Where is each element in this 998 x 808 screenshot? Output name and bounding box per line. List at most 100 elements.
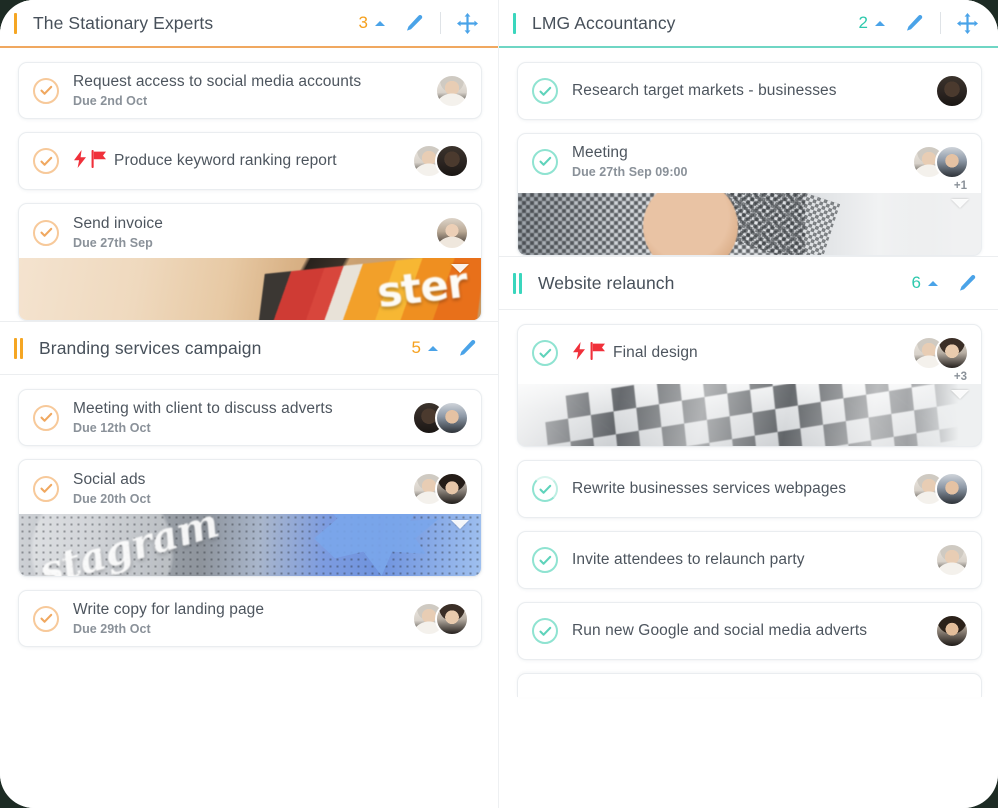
move-arrows-icon[interactable] xyxy=(456,12,478,34)
task-card-text: Social ads Due 20th Oct xyxy=(73,471,402,506)
task-board: The Stationary Experts 3 Request access to… xyxy=(0,0,998,808)
section-header-website-relaunch[interactable]: Website relaunch 6 xyxy=(499,256,998,310)
task-card-body: Meeting with client to discuss adverts Du… xyxy=(19,390,481,445)
edit-section-button[interactable] xyxy=(901,10,927,36)
task-card[interactable]: Invite attendees to relaunch party xyxy=(517,531,982,589)
task-card-text: Meeting with client to discuss adverts Du… xyxy=(73,400,402,435)
pencil-icon[interactable] xyxy=(958,274,977,293)
pencil-icon[interactable] xyxy=(458,339,477,358)
checkmark-icon xyxy=(538,555,551,565)
task-assignees xyxy=(935,74,969,108)
section-title: Branding services campaign xyxy=(39,337,262,358)
task-title: Social ads xyxy=(73,471,146,488)
task-complete-toggle[interactable] xyxy=(532,476,558,502)
task-count: 3 xyxy=(358,13,368,32)
task-card[interactable]: Produce keyword ranking report xyxy=(18,132,482,190)
collapse-section-caret-up-icon[interactable] xyxy=(928,280,938,286)
card-due-date: Due 12th Oct xyxy=(73,421,151,435)
move-arrows-icon[interactable] xyxy=(956,12,978,34)
task-card-body: Send invoice Due 27th Sep xyxy=(19,204,481,258)
avatar[interactable] xyxy=(935,144,969,179)
board-column-right: LMG Accountancy 2 Research target markets … xyxy=(499,0,998,808)
task-card[interactable]: Final design +3 xyxy=(517,324,982,447)
task-complete-toggle[interactable] xyxy=(33,475,59,502)
task-complete-toggle[interactable] xyxy=(532,78,558,104)
avatar[interactable] xyxy=(935,543,969,577)
avatar[interactable] xyxy=(935,614,969,648)
task-card[interactable]: Write copy for landing page Due 29th Oct xyxy=(18,590,482,647)
avatar[interactable] xyxy=(435,215,469,250)
task-card-body: Meeting Due 27th Sep 09:00 +1 xyxy=(518,134,981,193)
section-header-branding-services-campaign[interactable]: Branding services campaign 5 xyxy=(0,321,498,375)
card-attachment[interactable]: ster xyxy=(19,258,481,320)
section-header-the-stationary-experts[interactable]: The Stationary Experts 3 xyxy=(0,0,498,48)
pencil-icon[interactable] xyxy=(905,14,924,33)
task-complete-toggle[interactable] xyxy=(532,340,558,366)
task-complete-toggle[interactable] xyxy=(33,605,59,632)
move-section-button[interactable] xyxy=(954,10,980,36)
pencil-icon[interactable] xyxy=(405,14,424,33)
checkmark-icon xyxy=(39,613,52,623)
section-header-lmg-accountancy[interactable]: LMG Accountancy 2 xyxy=(499,0,998,48)
task-card-text: Meeting Due 27th Sep 09:00 xyxy=(572,144,902,179)
card-due-date: Due 27th Sep 09:00 xyxy=(572,165,688,179)
task-complete-toggle[interactable] xyxy=(532,547,558,573)
task-complete-toggle[interactable] xyxy=(33,219,59,246)
task-assignees xyxy=(912,472,969,506)
avatar[interactable] xyxy=(435,144,469,178)
edit-section-button[interactable] xyxy=(954,270,980,296)
avatar[interactable] xyxy=(935,472,969,506)
collapse-section-caret-up-icon[interactable] xyxy=(875,20,885,26)
flag-icon xyxy=(91,149,107,173)
task-assignees: +3 xyxy=(912,336,969,383)
task-complete-toggle[interactable] xyxy=(532,148,558,175)
avatar-overflow-count: +1 xyxy=(953,179,967,192)
avatar[interactable] xyxy=(435,400,469,435)
edit-section-button[interactable] xyxy=(401,10,427,36)
task-card[interactable]: Meeting Due 27th Sep 09:00 +1 xyxy=(517,133,982,256)
task-card-partial[interactable] xyxy=(517,673,982,697)
task-complete-toggle[interactable] xyxy=(33,404,59,431)
avatar[interactable] xyxy=(435,601,469,636)
task-card-text: Produce keyword ranking report xyxy=(73,149,402,173)
board-column-left: The Stationary Experts 3 Request access to… xyxy=(0,0,499,808)
avatar[interactable] xyxy=(435,471,469,506)
task-card[interactable]: Meeting with client to discuss adverts Du… xyxy=(18,389,482,446)
task-card[interactable]: Request access to social media accounts D… xyxy=(18,62,482,119)
collapse-section-caret-up-icon[interactable] xyxy=(428,345,438,351)
checkmark-icon xyxy=(39,227,52,237)
task-flags xyxy=(73,149,107,173)
task-card-text: Research target markets - businesses xyxy=(572,82,925,100)
expand-attachment-icon[interactable] xyxy=(451,520,469,529)
section-title: Website relaunch xyxy=(538,272,675,293)
task-title: Research target markets - businesses xyxy=(572,82,837,99)
task-assignees xyxy=(412,471,469,506)
task-complete-toggle[interactable] xyxy=(33,148,59,174)
expand-attachment-icon[interactable] xyxy=(951,390,969,399)
task-complete-toggle[interactable] xyxy=(33,77,59,104)
avatar[interactable] xyxy=(935,336,969,370)
task-card-body: Request access to social media accounts D… xyxy=(19,63,481,118)
task-card[interactable]: Run new Google and social media adverts xyxy=(517,602,982,660)
task-complete-toggle[interactable] xyxy=(532,618,558,644)
expand-attachment-icon[interactable] xyxy=(451,264,469,273)
edit-section-button[interactable] xyxy=(454,335,480,361)
card-attachment[interactable]: stagram xyxy=(19,514,481,576)
card-attachment[interactable] xyxy=(518,193,981,255)
task-card[interactable]: Social ads Due 20th Oct stagram xyxy=(18,459,482,577)
task-card-body: Research target markets - businesses xyxy=(518,63,981,119)
task-assignees xyxy=(412,601,469,636)
task-card[interactable]: Research target markets - businesses xyxy=(517,62,982,120)
move-section-button[interactable] xyxy=(454,10,480,36)
section-header-actions: 3 xyxy=(359,10,480,36)
collapse-section-caret-up-icon[interactable] xyxy=(375,20,385,26)
card-attachment[interactable] xyxy=(518,384,981,446)
avatar[interactable] xyxy=(935,74,969,108)
task-assignees: +1 xyxy=(912,144,969,192)
task-title: Invite attendees to relaunch party xyxy=(572,551,805,568)
avatar[interactable] xyxy=(435,73,469,108)
expand-attachment-icon[interactable] xyxy=(951,199,969,208)
section-card-list: Request access to social media accounts D… xyxy=(0,48,498,321)
task-card[interactable]: Rewrite businesses services webpages xyxy=(517,460,982,518)
task-card[interactable]: Send invoice Due 27th Sep ster xyxy=(18,203,482,321)
